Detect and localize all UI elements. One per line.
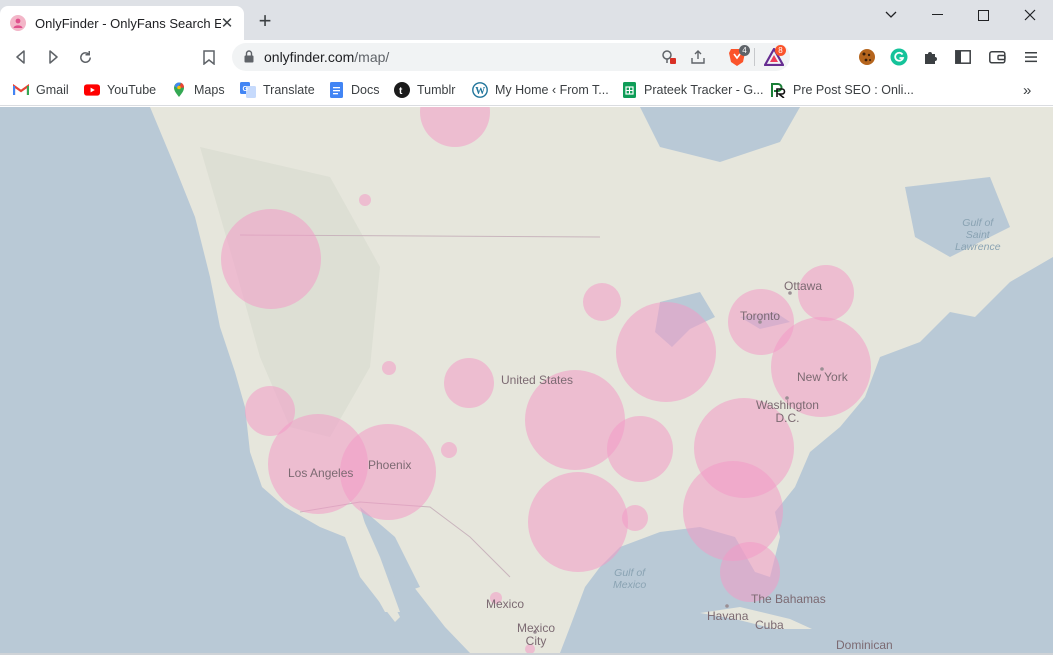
address-bar[interactable]: onlyfinder.com/map/ 4 8 bbox=[232, 43, 790, 71]
docs-icon bbox=[328, 82, 344, 98]
map-label-cuba: Cuba bbox=[755, 618, 784, 632]
minimize-button[interactable] bbox=[914, 4, 960, 26]
cookie-extension-icon[interactable] bbox=[854, 44, 880, 70]
map-label-washington: Washington D.C. bbox=[756, 398, 819, 425]
tumblr-icon: t bbox=[394, 82, 410, 98]
map-label-gulf-st-lawrence: Gulf of Saint Lawrence bbox=[955, 217, 1001, 253]
bookmark-label: Docs bbox=[351, 83, 380, 97]
location-blocked-icon[interactable] bbox=[660, 49, 676, 70]
new-tab-button[interactable]: + bbox=[254, 10, 276, 32]
density-circle[interactable] bbox=[616, 302, 716, 402]
map-label-los-angeles: Los Angeles bbox=[288, 466, 354, 480]
url-path: /map/ bbox=[354, 49, 390, 65]
tab-title: OnlyFinder - OnlyFans Search Eng bbox=[35, 15, 221, 31]
bookmarks-bar: Gmail YouTube Maps G Translate Docs t Tu… bbox=[0, 74, 1053, 106]
bookmark-youtube[interactable]: YouTube bbox=[84, 80, 156, 100]
forward-button[interactable] bbox=[40, 44, 66, 70]
density-circle[interactable] bbox=[382, 361, 396, 375]
bookmark-wordpress[interactable]: W My Home ‹ From T... bbox=[472, 80, 609, 100]
bookmark-label: Translate bbox=[263, 83, 315, 97]
brave-rewards-count: 8 bbox=[775, 45, 786, 56]
gmail-icon bbox=[13, 82, 29, 98]
translate-icon: G bbox=[240, 82, 256, 98]
wordpress-icon: W bbox=[472, 82, 488, 98]
map-label-mexico: Mexico bbox=[486, 597, 525, 611]
url-text: onlyfinder.com/map/ bbox=[264, 49, 389, 65]
density-circle[interactable] bbox=[359, 194, 371, 206]
maximize-button[interactable] bbox=[960, 4, 1006, 26]
url-domain: onlyfinder.com bbox=[264, 49, 355, 65]
bookmark-this-page-icon[interactable] bbox=[196, 44, 222, 70]
bookmark-maps[interactable]: Maps bbox=[171, 80, 225, 100]
maps-icon bbox=[171, 82, 187, 98]
map-label-phoenix: Phoenix bbox=[368, 458, 412, 472]
bookmark-tumblr[interactable]: t Tumblr bbox=[394, 80, 455, 100]
density-circle[interactable] bbox=[444, 358, 494, 408]
wallet-icon[interactable] bbox=[984, 44, 1010, 70]
density-circle[interactable] bbox=[221, 209, 321, 309]
onlyfinder-favicon-icon bbox=[10, 15, 26, 31]
address-bar-divider bbox=[754, 48, 755, 66]
bookmark-label: Prateek Tracker - G... bbox=[644, 83, 764, 97]
map-label-dominican: Dominican bbox=[836, 638, 893, 652]
sheets-icon bbox=[621, 82, 637, 98]
bookmark-prateek-tracker[interactable]: Prateek Tracker - G... bbox=[621, 80, 763, 100]
density-circle[interactable] bbox=[340, 424, 436, 520]
map-label-new-york: New York bbox=[797, 370, 848, 384]
svg-text:G: G bbox=[243, 86, 249, 93]
youtube-icon bbox=[84, 82, 100, 98]
density-circle[interactable] bbox=[528, 472, 628, 572]
sidebar-toggle-icon[interactable] bbox=[950, 44, 976, 70]
density-circle[interactable] bbox=[607, 416, 673, 482]
map-label-toronto: Toronto bbox=[740, 309, 781, 323]
map-label-havana: Havana bbox=[707, 609, 749, 623]
share-icon[interactable] bbox=[690, 49, 706, 70]
back-button[interactable] bbox=[8, 44, 34, 70]
bookmark-label: Gmail bbox=[36, 83, 69, 97]
close-window-button[interactable] bbox=[1007, 4, 1053, 26]
bookmark-label: My Home ‹ From T... bbox=[495, 83, 609, 97]
extensions-puzzle-icon[interactable] bbox=[918, 44, 944, 70]
svg-text:W: W bbox=[475, 86, 485, 97]
tab-strip: OnlyFinder - OnlyFans Search Eng ✕ + bbox=[0, 0, 1053, 40]
reload-button[interactable] bbox=[72, 44, 98, 70]
density-circle[interactable] bbox=[441, 442, 457, 458]
tab-close-icon[interactable]: ✕ bbox=[218, 14, 236, 32]
map-label-gulf-of-mexico: Gulf of Mexico bbox=[613, 567, 647, 591]
bookmark-gmail[interactable]: Gmail bbox=[13, 80, 69, 100]
bookmark-prepostseo[interactable]: Pre Post SEO : Onli... bbox=[770, 80, 914, 100]
menu-hamburger-icon[interactable] bbox=[1018, 44, 1044, 70]
density-circle[interactable] bbox=[622, 505, 648, 531]
map-label-mexico-city: Mexico City bbox=[517, 621, 556, 648]
toolbar: onlyfinder.com/map/ 4 8 bbox=[0, 40, 1053, 74]
map-label-bahamas: The Bahamas bbox=[751, 592, 826, 606]
prepostseo-icon bbox=[770, 82, 786, 98]
grammarly-icon[interactable] bbox=[886, 44, 912, 70]
brave-shields-count: 4 bbox=[739, 45, 750, 56]
density-circle[interactable] bbox=[583, 283, 621, 321]
bookmark-translate[interactable]: G Translate bbox=[240, 80, 315, 100]
density-circle[interactable] bbox=[683, 461, 783, 561]
bookmarks-overflow-chevron-icon[interactable]: » bbox=[1023, 80, 1031, 100]
density-circle[interactable] bbox=[798, 265, 854, 321]
bookmark-label: Pre Post SEO : Onli... bbox=[793, 83, 914, 97]
tab-search-chevron-icon[interactable] bbox=[868, 4, 914, 26]
tab-onlyfinder[interactable]: OnlyFinder - OnlyFans Search Eng ✕ bbox=[0, 6, 244, 40]
map-label-ottawa: Ottawa bbox=[784, 279, 823, 293]
bookmark-docs[interactable]: Docs bbox=[328, 80, 379, 100]
map-view[interactable]: Ottawa Toronto New York Washington D.C. … bbox=[0, 107, 1053, 653]
bookmark-label: Maps bbox=[194, 83, 225, 97]
map-label-united-states: United States bbox=[501, 373, 574, 387]
bookmark-label: Tumblr bbox=[417, 83, 456, 97]
bookmark-label: YouTube bbox=[107, 83, 157, 97]
lock-icon[interactable] bbox=[244, 50, 254, 68]
